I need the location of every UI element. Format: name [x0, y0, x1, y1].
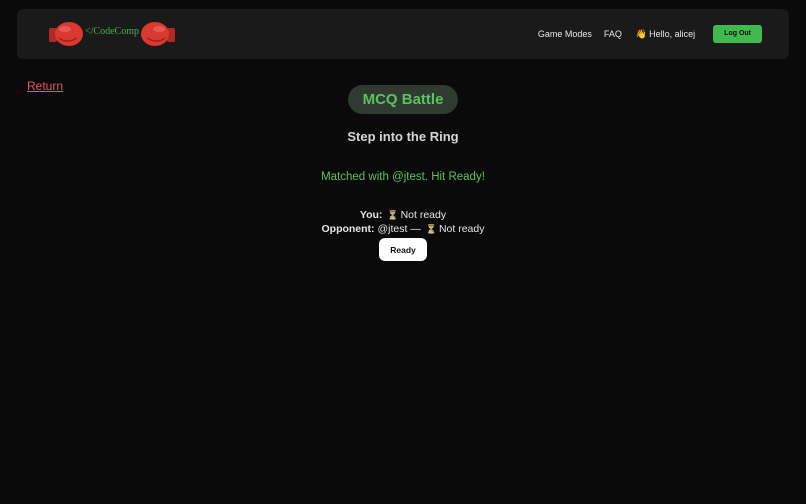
waving-hand-icon: 👋 — [635, 28, 648, 39]
match-message: Matched with @jtest. Hit Ready! — [321, 171, 485, 183]
you-state: Not ready — [400, 209, 447, 221]
nav-link-game-modes[interactable]: Game Modes — [538, 29, 592, 39]
status-you: You: ⏳ Not ready — [0, 209, 806, 221]
boxing-glove-right-icon — [140, 22, 175, 46]
opponent-label: Opponent: — [321, 223, 375, 235]
opponent-state: Not ready — [438, 223, 485, 235]
nav-link-faq[interactable]: FAQ — [604, 29, 622, 39]
you-label: You: — [359, 209, 383, 221]
page-subtitle: Step into the Ring — [347, 129, 459, 144]
hourglass-icon: ⏳ — [425, 224, 437, 234]
logout-button[interactable]: Log Out — [713, 25, 762, 43]
user-greeting: 👋 Hello, alicej — [636, 29, 695, 40]
ready-button[interactable]: Ready — [379, 238, 427, 261]
return-link[interactable]: Return — [27, 79, 63, 93]
logo-text: </CodeComp — [85, 25, 139, 37]
mode-title: MCQ Battle — [348, 85, 458, 114]
logo[interactable]: </CodeComp — [47, 19, 177, 49]
status-opponent: Opponent: @jtest — ⏳ Not ready — [0, 223, 806, 235]
boxing-glove-left-icon — [49, 22, 83, 46]
hourglass-icon: ⏳ — [387, 210, 399, 220]
nav-links: Game Modes FAQ 👋 Hello, alicej Log Out — [538, 25, 762, 43]
navbar: </CodeComp Game Modes FAQ 👋 Hello, alicej… — [17, 9, 789, 59]
opponent-name: @jtest — — [377, 223, 421, 235]
greeting-text: Hello, alicej — [649, 28, 696, 39]
